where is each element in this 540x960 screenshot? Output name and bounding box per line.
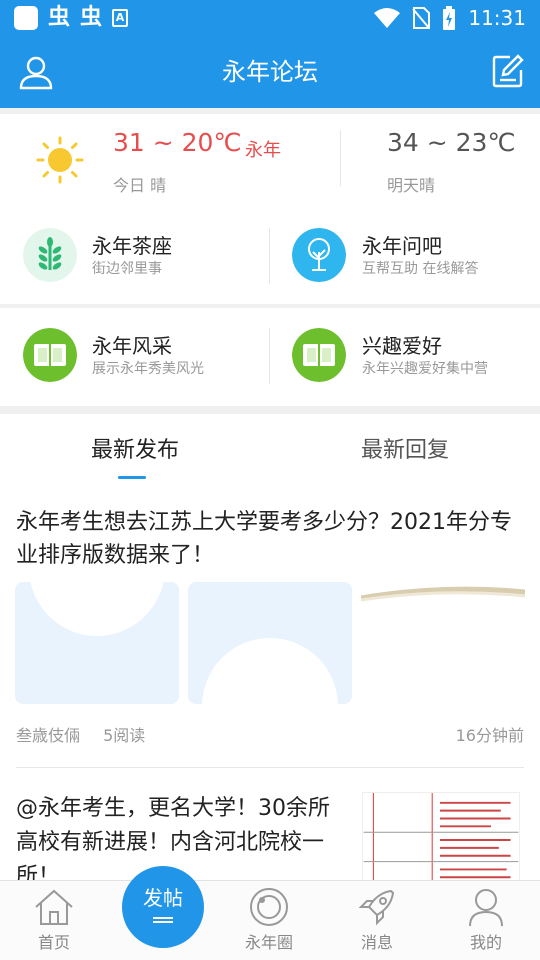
app-bar: 永年论坛 [0,36,540,108]
category-row: 永年茶座 街边邻里事 永年问吧 互帮互助 在线解答 [0,208,540,304]
category-hobbies[interactable]: 兴趣爱好 永年兴趣爱好集中营 [270,308,540,406]
category-title: 永年问吧 [362,234,442,258]
post-thumbnail[interactable] [362,792,520,880]
tab-indicator [118,476,146,479]
new-post-button[interactable]: 发帖 [122,866,204,948]
nav-label: 消息 [360,933,393,952]
battery-charging-icon [443,6,456,30]
status-bar-right: 11:31 [374,5,526,31]
new-post-label: 发帖 [143,886,183,910]
weather-city: 永年 [245,140,281,161]
category-title: 兴趣爱好 [362,334,442,358]
category-subtitle: 永年兴趣爱好集中营 [362,361,488,377]
post-divider [16,767,524,768]
post-reads: 5阅读 [103,726,146,745]
font-a-icon: A [112,9,129,27]
weather-divider [340,130,341,186]
category-subtitle: 互帮互助 在线解答 [362,261,479,277]
tab-latest-replies[interactable]: 最新回复 [270,432,540,464]
post-author[interactable]: 叁歳伎倆 [16,726,80,745]
post-thumbnail[interactable] [15,582,179,704]
nav-circle[interactable]: 永年圈 [229,887,309,953]
leaf-icon [23,228,77,282]
category-title: 永年风采 [92,334,172,358]
category-qa[interactable]: 永年问吧 互帮互助 在线解答 [270,208,540,304]
app-square-icon [14,6,38,30]
tree-icon [292,228,346,282]
post-time: 16分钟前 [455,726,524,745]
post-thumbnail[interactable] [188,582,352,704]
edit-icon[interactable] [492,54,524,88]
tomorrow-temperature: 34 ~ 23℃ [387,128,516,157]
weather-card: 31 ~ 20℃ 永年 今日 晴 34 ~ 23℃ 明天晴 [0,114,540,208]
bug-icon: 虫 [48,5,71,30]
wifi-icon [374,8,401,28]
thumbnail-shape [29,582,165,636]
category-scenery[interactable]: 永年风采 展示永年秀美风光 [0,308,270,406]
status-time: 11:31 [468,6,526,30]
book-icon [23,328,77,382]
category-tea-house[interactable]: 永年茶座 街边邻里事 [0,208,270,304]
post-title[interactable]: 永年考生想去江苏上大学要考多少分？2021年分专业排序版数据来了！ [16,506,526,572]
today-temperature: 31 ~ 20℃ [113,128,242,157]
page-title: 永年论坛 [222,58,318,86]
thumbnail-shape [202,638,338,704]
home-icon [35,889,73,925]
nav-label: 永年圈 [244,933,293,952]
post-feed: 永年考生想去江苏上大学要考多少分？2021年分专业排序版数据来了！ 叁歳伎倆 5… [0,480,540,880]
nav-home[interactable]: 首页 [14,887,94,953]
bug-icon: 虫 [80,5,103,30]
category-subtitle: 展示永年秀美风光 [92,361,204,377]
nav-profile[interactable]: 我的 [446,887,526,953]
today-label: 今日 晴 [113,176,167,195]
menu-lines-icon [153,917,173,923]
category-subtitle: 街边邻里事 [92,261,162,277]
profile-icon [469,889,503,927]
status-bar: 虫 虫 A 11:31 [0,0,540,36]
bottom-nav: 首页 永年圈 消息 我的 [0,880,540,960]
planet-icon [250,888,288,926]
sun-icon [36,136,84,184]
no-sim-icon [412,7,431,29]
feed-tabs: 最新发布 最新回复 [0,414,540,480]
nav-label: 我的 [469,933,502,952]
rocket-icon [358,889,395,926]
tomorrow-label: 明天晴 [387,176,436,195]
tab-latest-posts[interactable]: 最新发布 [0,432,270,464]
post-meta: 叁歳伎倆 5阅读 [16,722,163,746]
category-title: 永年茶座 [92,234,172,258]
category-row: 永年风采 展示永年秀美风光 兴趣爱好 永年兴趣爱好集中营 [0,308,540,406]
book-icon [292,328,346,382]
nav-label: 首页 [37,933,70,952]
status-bar-left: 虫 虫 A [14,5,129,30]
post-thumbnail[interactable] [361,582,525,704]
nav-messages[interactable]: 消息 [337,887,417,953]
